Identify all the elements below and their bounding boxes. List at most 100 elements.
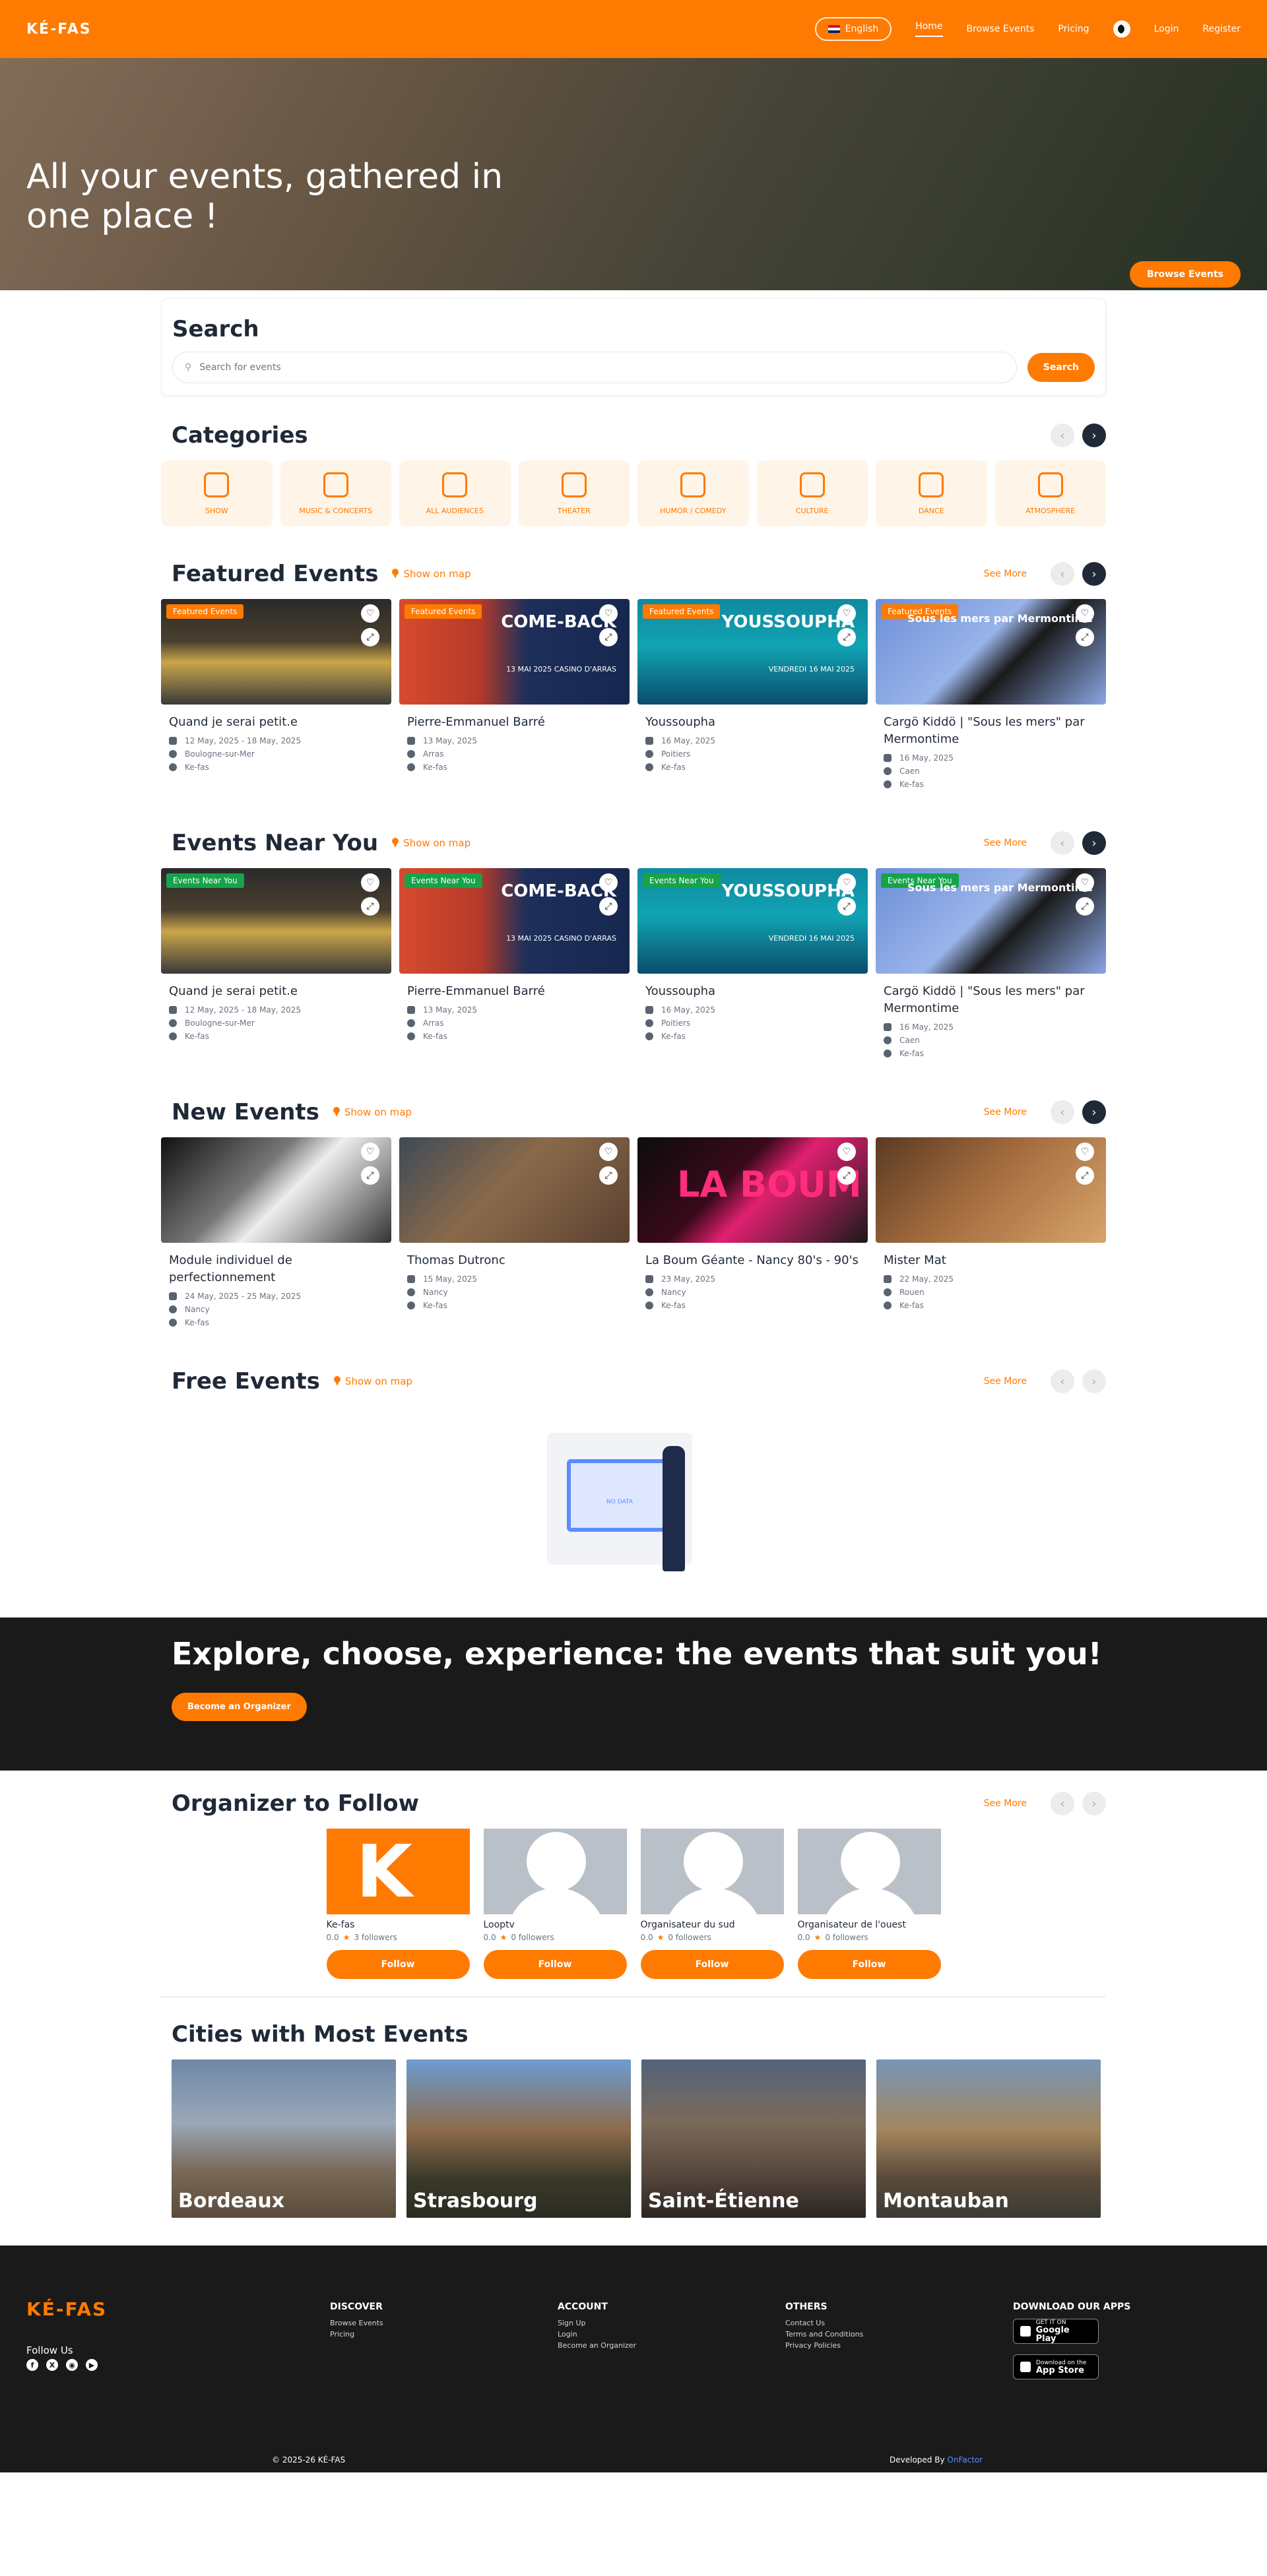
event-card[interactable]: Events Near You Sous les mers par Mermon… [876,868,1106,1058]
organizers-prev-button[interactable]: ‹ [1051,1792,1074,1815]
featured-see-more-link[interactable]: See More [984,569,1027,579]
event-image[interactable]: ♡ ⤢ [161,1137,391,1243]
organizer-avatar-placeholder[interactable] [640,1829,784,1914]
nav-register[interactable]: Register [1202,24,1241,34]
city-card[interactable]: Saint-Étienne [641,2059,866,2218]
organizer-avatar-placeholder[interactable] [797,1829,941,1914]
event-card[interactable]: LA BOUM ♡ ⤢ La Boum Géante - Nancy 80's … [637,1137,868,1327]
event-title[interactable]: Pierre-Emmanuel Barré [407,983,630,1000]
favorite-heart-icon[interactable]: ♡ [1076,1143,1094,1161]
favorite-heart-icon[interactable]: ♡ [837,873,856,892]
city-card[interactable]: Bordeaux [172,2059,396,2218]
event-card[interactable]: ♡ ⤢ Thomas Dutronc 15 May, 2025 Nancy Ke… [399,1137,630,1327]
organizer-card[interactable]: Organisateur du sud 0.0 ★ 0 followers Foll… [640,1829,784,1979]
organizer-card[interactable]: K Ke-fas 0.0 ★ 3 followers Follow [326,1829,470,1979]
share-icon[interactable]: ⤢ [599,628,618,646]
facebook-icon[interactable]: f [26,2359,38,2371]
share-icon[interactable]: ⤢ [361,1166,379,1185]
footer-link-terms[interactable]: Terms and Conditions [785,2330,863,2339]
new-events-prev-button[interactable]: ‹ [1051,1100,1074,1124]
organizers-next-button[interactable]: › [1082,1792,1106,1815]
organizer-name[interactable]: Organisateur du sud [641,1920,784,1930]
categories-next-button[interactable]: › [1082,424,1106,447]
browse-events-button[interactable]: Browse Events [1129,261,1241,288]
organizer-name[interactable]: Organisateur de l'ouest [798,1920,941,1930]
category-show[interactable]: SHOW [161,460,273,526]
google-play-button[interactable]: GET IT ON Google Play [1013,2319,1099,2344]
category-music[interactable]: MUSIC & CONCERTS [280,460,391,526]
category-dance[interactable]: DANCE [876,460,987,526]
favorite-heart-icon[interactable]: ♡ [1076,873,1094,892]
category-atmosphere[interactable]: ATMOSPHERE [994,460,1106,526]
new-events-next-button[interactable]: › [1082,1100,1106,1124]
organizer-card[interactable]: Looptv 0.0 ★ 0 followers Follow [483,1829,627,1979]
event-card[interactable]: Featured Events COME-BACK 13 MAI 2025 CA… [399,599,630,789]
event-image[interactable]: ♡ ⤢ [399,1137,630,1243]
footer-link-become-organizer[interactable]: Become an Organizer [558,2341,636,2350]
footer-link-contact[interactable]: Contact Us [785,2319,863,2327]
organizers-see-more-link[interactable]: See More [984,1798,1027,1809]
event-image[interactable]: Events Near You ♡ ⤢ [161,868,391,974]
follow-button[interactable]: Follow [640,1950,784,1979]
organizer-name[interactable]: Ke-fas [327,1920,470,1930]
event-image[interactable]: ♡ ⤢ [876,1137,1106,1243]
footer-link-sign-up[interactable]: Sign Up [558,2319,636,2327]
event-card[interactable]: Featured Events Sous les mers par Mermon… [876,599,1106,789]
developer-link[interactable]: OnFactor [947,2455,983,2465]
nearby-prev-button[interactable]: ‹ [1051,831,1074,855]
category-culture[interactable]: CULTURE [756,460,868,526]
event-title[interactable]: La Boum Géante - Nancy 80's - 90's [645,1252,868,1269]
follow-button[interactable]: Follow [326,1950,470,1979]
event-image[interactable]: Featured Events COME-BACK 13 MAI 2025 CA… [399,599,630,705]
footer-logo[interactable]: KÉ-FAS [26,2298,107,2320]
x-twitter-icon[interactable]: X [46,2359,58,2371]
search-button[interactable]: Search [1027,353,1095,382]
share-icon[interactable]: ⤢ [1076,1166,1094,1185]
organizer-card[interactable]: Organisateur de l'ouest 0.0 ★ 0 followers … [797,1829,941,1979]
become-organizer-button[interactable]: Become an Organizer [172,1693,307,1721]
event-image[interactable]: LA BOUM ♡ ⤢ [637,1137,868,1243]
favorite-heart-icon[interactable]: ♡ [599,1143,618,1161]
nearby-next-button[interactable]: › [1082,831,1106,855]
event-image[interactable]: Featured Events YOUSSOUPHA VENDREDI 16 M… [637,599,868,705]
event-title[interactable]: Cargö Kiddö | "Sous les mers" par Mermon… [884,983,1106,1017]
event-title[interactable]: Quand je serai petit.e [169,983,391,1000]
event-card[interactable]: Featured Events YOUSSOUPHA VENDREDI 16 M… [637,599,868,789]
new-events-see-more-link[interactable]: See More [984,1107,1027,1117]
nav-login[interactable]: Login [1154,24,1179,34]
nearby-show-on-map-link[interactable]: Show on map [391,837,471,849]
event-card[interactable]: ♡ ⤢ Module individuel de perfectionnemen… [161,1137,391,1327]
event-card[interactable]: Featured Events ♡ ⤢ Quand je serai petit… [161,599,391,789]
event-title[interactable]: Pierre-Emmanuel Barré [407,714,630,731]
event-image[interactable]: Featured Events ♡ ⤢ [161,599,391,705]
featured-show-on-map-link[interactable]: Show on map [391,568,471,580]
featured-next-button[interactable]: › [1082,562,1106,586]
favorite-heart-icon[interactable]: ♡ [837,604,856,623]
share-icon[interactable]: ⤢ [837,1166,856,1185]
search-field[interactable]: ⚲ [172,352,1017,383]
share-icon[interactable]: ⤢ [599,897,618,916]
event-image[interactable]: Events Near You Sous les mers par Mermon… [876,868,1106,974]
footer-link-pricing[interactable]: Pricing [330,2330,383,2339]
footer-link-login[interactable]: Login [558,2330,636,2339]
event-card[interactable]: Events Near You COME-BACK 13 MAI 2025 CA… [399,868,630,1058]
event-card[interactable]: ♡ ⤢ Mister Mat 22 May, 2025 Rouen Ke-fas [876,1137,1106,1327]
organizer-avatar-placeholder[interactable] [483,1829,627,1914]
organizer-name[interactable]: Looptv [484,1920,627,1930]
follow-button[interactable]: Follow [797,1950,941,1979]
share-icon[interactable]: ⤢ [1076,628,1094,646]
event-card[interactable]: Events Near You YOUSSOUPHA VENDREDI 16 M… [637,868,868,1058]
footer-link-browse-events[interactable]: Browse Events [330,2319,383,2327]
favorite-heart-icon[interactable]: ♡ [1076,604,1094,623]
categories-prev-button[interactable]: ‹ [1051,424,1074,447]
share-icon[interactable]: ⤢ [837,628,856,646]
nav-pricing[interactable]: Pricing [1058,24,1089,34]
follow-button[interactable]: Follow [483,1950,627,1979]
share-icon[interactable]: ⤢ [361,897,379,916]
featured-prev-button[interactable]: ‹ [1051,562,1074,586]
event-title[interactable]: Thomas Dutronc [407,1252,630,1269]
event-card[interactable]: Events Near You ♡ ⤢ Quand je serai petit… [161,868,391,1058]
category-all-audiences[interactable]: ALL AUDIENCES [399,460,511,526]
event-title[interactable]: Module individuel de perfectionnement [169,1252,391,1286]
event-title[interactable]: Youssoupha [645,714,868,731]
